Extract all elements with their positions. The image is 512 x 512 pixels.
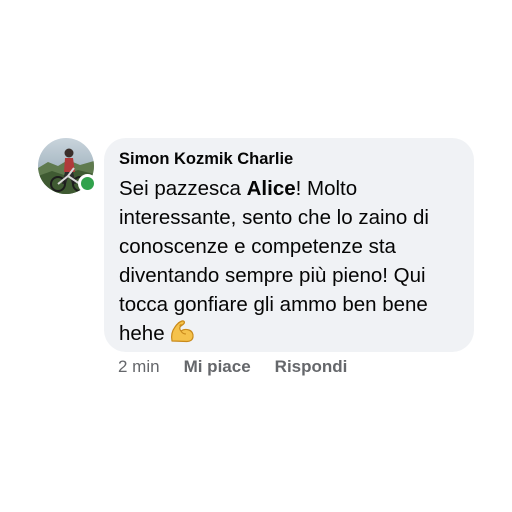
comment-text: Sei pazzesca Alice! Molto interessante, … [119, 174, 464, 351]
reply-button[interactable]: Rispondi [275, 357, 348, 377]
flexed-biceps-icon [169, 319, 195, 351]
online-status-indicator [78, 174, 97, 193]
comment-timestamp[interactable]: 2 min [118, 357, 160, 377]
comment-text-rest: ! Molto interessante, sento che lo zaino… [119, 177, 429, 345]
like-button[interactable]: Mi piace [184, 357, 251, 377]
comment-actions: 2 min Mi piace Rispondi [118, 356, 371, 378]
comment-author-name[interactable]: Simon Kozmik Charlie [119, 148, 460, 170]
mention-link[interactable]: Alice [247, 177, 296, 200]
comment-bubble: Simon Kozmik Charlie Sei pazzesca Alice!… [104, 138, 474, 352]
comment-text-start: Sei pazzesca [119, 177, 247, 200]
avatar-container[interactable] [38, 138, 97, 194]
